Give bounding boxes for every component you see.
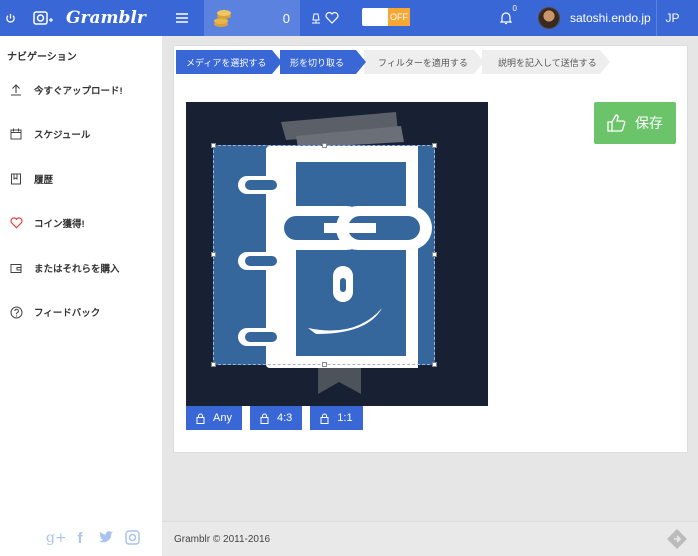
save-button[interactable]: 保存 (594, 102, 676, 144)
lock-icon (320, 413, 329, 424)
sidebar-item-schedule[interactable]: スケジュール (0, 124, 162, 144)
notification-count: 0 (512, 4, 517, 13)
ratio-label: 4:3 (276, 412, 293, 424)
crop-handle[interactable] (432, 252, 437, 257)
crop-handle[interactable] (211, 143, 216, 148)
ratio-1-1-button[interactable]: 1:1 (310, 406, 363, 430)
crop-handle[interactable] (211, 362, 216, 367)
app-logo[interactable]: Gramblr (66, 0, 146, 36)
menu-icon[interactable] (170, 0, 194, 36)
sidebar-title: ナビゲーション (7, 52, 77, 63)
sidebar-item-label: 今すぐアップロード! (34, 86, 123, 97)
sidebar-item-label: 履歴 (34, 175, 54, 186)
step-describe-send[interactable]: 説明を記入して送信する (482, 50, 610, 74)
sidebar-item-label: またはそれらを購入 (34, 264, 120, 275)
instagram-icon[interactable] (124, 530, 140, 549)
crop-ratio-buttons: Any 4:3 1:1 (186, 406, 363, 430)
toggle-switch[interactable]: OFF (362, 8, 410, 26)
step-select-media[interactable]: メディアを選択する (176, 50, 282, 74)
google-plus-icon[interactable]: g+ (46, 530, 67, 549)
username: satoshi.endo.jp (570, 11, 651, 25)
likes-indicator[interactable] (308, 0, 342, 36)
step-crop[interactable]: 形を切り取る (280, 50, 366, 74)
instagram-add-icon (32, 0, 54, 36)
crop-selection[interactable] (211, 143, 437, 367)
ratio-4-3-button[interactable]: 4:3 (249, 406, 303, 430)
heart-outline-icon (325, 12, 339, 24)
ratio-label: Any (213, 412, 232, 424)
notifications-button[interactable]: 0 (492, 0, 520, 36)
step-breadcrumb: メディアを選択する 形を切り取る フィルターを適用する 説明を記入して送信する (176, 50, 610, 74)
history-icon (8, 173, 24, 185)
tag-icon[interactable] (666, 528, 688, 550)
lamp-icon (312, 13, 320, 24)
step-label: 形を切り取る (290, 57, 345, 68)
sidebar-item-upload[interactable]: 今すぐアップロード! (0, 80, 162, 100)
toggle-state: OFF (388, 8, 410, 26)
sidebar: ナビゲーション 今すぐアップロード! スケジュール 履歴 コイン獲得! またはそ… (0, 36, 162, 556)
power-icon[interactable] (0, 0, 20, 36)
sidebar-item-history[interactable]: 履歴 (0, 169, 162, 189)
heart-icon (8, 217, 24, 229)
thumbs-up-icon (607, 114, 626, 132)
social-links: g+ f (46, 530, 140, 549)
avatar (538, 7, 560, 29)
facebook-icon[interactable]: f (72, 530, 88, 549)
coin-counter[interactable]: 0 (204, 0, 300, 36)
step-label: 説明を記入して送信する (498, 57, 597, 68)
upload-icon (8, 84, 24, 96)
top-bar: Gramblr 0 OFF 0 satoshi.endo.jp JP (0, 0, 698, 36)
bell-icon (500, 12, 512, 25)
twitter-icon[interactable] (98, 530, 114, 549)
lock-icon (260, 413, 269, 424)
coin-stack-icon (214, 10, 231, 27)
ratio-any-button[interactable]: Any (186, 406, 242, 430)
image-crop-area[interactable] (186, 102, 488, 406)
crop-handle[interactable] (432, 362, 437, 367)
wallet-icon (8, 263, 24, 274)
crop-handle[interactable] (322, 362, 327, 367)
user-menu[interactable]: satoshi.endo.jp (538, 0, 651, 36)
step-label: メディアを選択する (186, 57, 267, 68)
sidebar-item-feedback[interactable]: フィードバック (0, 302, 162, 322)
sidebar-item-label: フィードバック (34, 308, 101, 319)
editor-panel: メディアを選択する 形を切り取る フィルターを適用する 説明を記入して送信する (173, 45, 688, 453)
lock-icon (196, 413, 205, 424)
help-icon (8, 306, 24, 319)
ratio-label: 1:1 (337, 412, 353, 424)
sidebar-item-label: スケジュール (34, 130, 91, 141)
save-label: 保存 (635, 115, 663, 131)
coin-count: 0 (282, 10, 290, 26)
step-apply-filter[interactable]: フィルターを適用する (364, 50, 484, 74)
crop-handle[interactable] (322, 143, 327, 148)
footer: Gramblr © 2011-2016 (162, 521, 698, 556)
language-selector[interactable]: JP (656, 0, 688, 36)
sidebar-item-label: コイン獲得! (34, 219, 85, 230)
step-label: フィルターを適用する (378, 57, 468, 68)
calendar-icon (8, 128, 24, 140)
crop-handle[interactable] (211, 252, 216, 257)
crop-handle[interactable] (432, 143, 437, 148)
copyright-text: Gramblr © 2011-2016 (174, 533, 271, 545)
sidebar-item-buy[interactable]: またはそれらを購入 (0, 258, 162, 278)
sidebar-item-earn-coins[interactable]: コイン獲得! (0, 213, 162, 233)
